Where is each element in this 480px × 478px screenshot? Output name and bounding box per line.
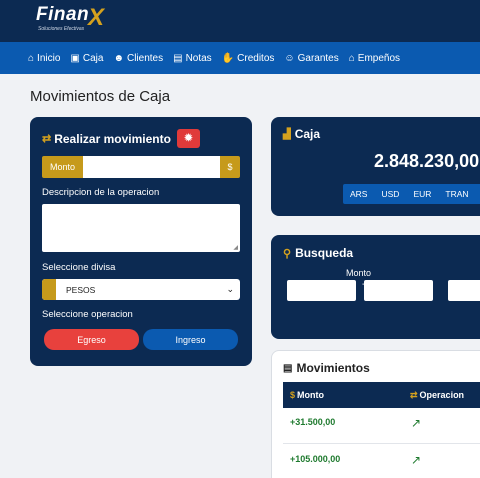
gear-icon: ✹	[184, 133, 193, 144]
row-amount: +105.000,00	[290, 454, 341, 464]
amount-input-group: Monto $	[42, 156, 240, 178]
table-row[interactable]: +31.500,00 ↗	[283, 408, 480, 444]
exchange-icon: ⇄	[410, 389, 418, 400]
currency-tabs: ARS USD EUR TRAN C	[343, 184, 480, 204]
users-icon: ☻	[113, 52, 124, 64]
chevron-down-icon: ⌄	[226, 284, 234, 294]
cash-register-icon: ▟	[283, 128, 291, 140]
hand-coin-icon: ✋	[221, 52, 235, 64]
ingreso-button[interactable]: Ingreso	[143, 329, 238, 350]
currency-label: Seleccione divisa	[42, 262, 116, 273]
nav-item-empenos[interactable]: ⌂ Empeños	[349, 53, 400, 64]
currency-swatch	[42, 279, 56, 300]
search-amount-max-input[interactable]	[364, 280, 433, 301]
nav-label: Clientes	[126, 52, 164, 64]
nav-label: Garantes	[297, 52, 339, 64]
nav-item-notas[interactable]: ▤ Notas	[173, 53, 212, 64]
currency-tab-more[interactable]: C	[476, 184, 480, 204]
search-amount-label: Monto	[346, 268, 372, 278]
currency-selected: PESOS	[66, 284, 96, 295]
nav-item-clientes[interactable]: ☻ Clientes	[113, 53, 163, 64]
currency-tab-eur[interactable]: EUR	[406, 184, 438, 204]
list-icon: ▤	[283, 362, 293, 374]
nav-item-caja[interactable]: ▣ Caja	[70, 53, 103, 64]
movement-form-title: Realizar movimiento	[54, 131, 171, 146]
top-bar: Finan X Soluciones Efectivas	[0, 0, 480, 42]
cash-box-title: Caja	[294, 127, 321, 141]
trend-up-icon: ↗	[411, 416, 422, 430]
search-title: Busqueda	[295, 246, 354, 260]
dollar-icon: $	[290, 390, 296, 400]
currency-select[interactable]: PESOS ⌄	[42, 279, 240, 300]
brand-tagline: Soluciones Efectivas	[38, 26, 85, 32]
nav-label: Inicio	[37, 52, 61, 64]
amount-input[interactable]	[83, 156, 220, 178]
currency-tab-ars[interactable]: ARS	[343, 184, 374, 204]
search-amount-min-input[interactable]	[287, 280, 356, 301]
amount-label: Monto	[42, 156, 83, 178]
movements-title: Movimientos	[296, 361, 370, 375]
nav-item-garantes[interactable]: ☺ Garantes	[284, 53, 338, 64]
nav-label: Creditos	[237, 52, 275, 64]
dollar-suffix: $	[220, 156, 240, 178]
resize-handle-icon[interactable]: ◢	[233, 244, 238, 251]
nav-item-inicio[interactable]: ⌂ Inicio	[28, 53, 60, 64]
trend-up-icon: ↗	[411, 453, 422, 467]
description-textarea[interactable]: ◢	[42, 204, 240, 252]
nav-item-creditos[interactable]: ✋ Creditos	[222, 53, 275, 64]
search-icon: ⚲	[283, 247, 292, 260]
column-label: Operacion	[419, 390, 465, 400]
column-header-amount[interactable]: $ Monto	[290, 390, 324, 400]
page-title: Movimientos de Caja	[30, 88, 171, 105]
home-icon: ⌂	[28, 52, 35, 64]
column-header-operation[interactable]: ⇄ Operacion	[410, 390, 464, 401]
egreso-button[interactable]: Egreso	[44, 329, 139, 350]
currency-tab-tran[interactable]: TRAN	[438, 184, 475, 204]
cash-box-header: ▟ Caja	[283, 127, 320, 141]
search-header: ⚲ Busqueda	[283, 246, 353, 260]
operation-label: Seleccione operacion	[42, 309, 133, 320]
movements-table-header: $ Monto ⇄ Operacion	[283, 382, 480, 408]
main-nav: ⌂ Inicio ▣ Caja ☻ Clientes ▤ Notas ✋ Cre…	[0, 42, 480, 74]
nav-label: Empeños	[357, 52, 401, 64]
description-label: Descripcion de la operacion	[42, 187, 160, 198]
user-check-icon: ☺	[284, 52, 295, 64]
cash-box-card: ▟ Caja 2.848.230,00 ARS USD EUR TRAN C	[271, 117, 480, 216]
cash-box-amount: 2.848.230,00	[374, 151, 480, 171]
row-amount: +31.500,00	[290, 417, 336, 427]
settings-button[interactable]: ✹	[176, 129, 200, 148]
brand-name: Finan	[36, 4, 90, 25]
brand-logo[interactable]: Finan X Soluciones Efectivas	[36, 4, 126, 38]
table-row[interactable]: +105.000,00 ↗	[283, 445, 480, 478]
search-card: ⚲ Busqueda Monto -	[271, 235, 480, 339]
currency-tab-usd[interactable]: USD	[374, 184, 406, 204]
search-extra-input[interactable]	[448, 280, 480, 301]
movements-card: ▤ Movimientos $ Monto ⇄ Operacion +31.50…	[271, 350, 480, 478]
bank-icon: ⌂	[348, 52, 355, 64]
cash-icon: ▣	[70, 52, 80, 64]
nav-label: Notas	[185, 52, 212, 64]
note-icon: ▤	[173, 52, 183, 64]
movement-form-header: ⇄ Realizar movimiento ✹	[42, 129, 200, 148]
movements-header: ▤ Movimientos	[283, 361, 370, 375]
nav-label: Caja	[82, 52, 104, 64]
column-label: Monto	[297, 390, 325, 400]
exchange-icon: ⇄	[42, 133, 52, 145]
brand-mark: X	[88, 4, 105, 31]
